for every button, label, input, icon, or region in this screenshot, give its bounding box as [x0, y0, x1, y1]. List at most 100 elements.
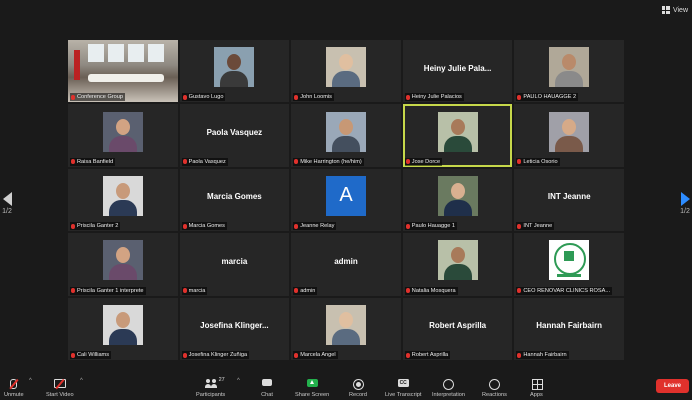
next-page-button[interactable]: 1/2: [678, 192, 692, 215]
start-video-button[interactable]: Start Video: [46, 378, 74, 398]
interpretation-button[interactable]: Interpretation: [432, 379, 465, 398]
apps-icon: [531, 379, 543, 390]
participant-tile[interactable]: Gustavo Lugo: [179, 40, 290, 103]
participant-name: admin: [300, 287, 316, 294]
participant-name: Heiny Julie Palacios: [411, 94, 462, 101]
participant-name-label: Conference Group: [70, 93, 126, 102]
unmute-button[interactable]: Unmute: [4, 378, 24, 398]
participants-button[interactable]: 27 Participants: [196, 377, 225, 398]
participant-name: marcia: [188, 287, 206, 294]
participant-tile[interactable]: CEO RENOVAR CLINICS ROSA...: [514, 233, 624, 296]
share-screen-button[interactable]: Share Screen: [295, 379, 329, 398]
muted-mic-icon: [71, 352, 75, 358]
participant-name: Leticia Osorio: [523, 158, 558, 165]
participant-tile[interactable]: Robert Asprilla Robert Asprilla: [402, 297, 513, 360]
participant-display-name: marcia: [221, 256, 248, 266]
muted-mic-icon: [182, 94, 187, 100]
participant-tile[interactable]: marcia marcia: [179, 233, 290, 296]
participant-tile[interactable]: Josefina Klinger... Josefina Klinger Zuñi…: [179, 297, 290, 360]
muted-mic-icon: [182, 288, 187, 294]
audio-options-caret[interactable]: ^: [29, 378, 32, 384]
participant-video: [102, 304, 143, 345]
gallery-grid: Conference Group Gustavo Lugo John Loomis H…: [68, 40, 624, 360]
participant-video: [325, 304, 366, 345]
participant-video: [325, 47, 366, 88]
muted-mic-icon: [405, 223, 410, 229]
chat-button[interactable]: Chat: [261, 378, 273, 398]
record-button[interactable]: Record: [349, 379, 367, 398]
participant-name-label: Paola Vasquez: [181, 157, 228, 166]
participant-tile[interactable]: Leticia Osorio: [514, 104, 624, 167]
participant-name-label: Jeanne Relay: [293, 222, 337, 231]
participant-name: Jeanne Relay: [300, 223, 335, 230]
participant-display-name: Josefina Klinger...: [200, 321, 269, 331]
participant-name-label: INT Jeanne: [516, 222, 555, 231]
participant-tile[interactable]: Cali Williams: [68, 297, 178, 360]
participant-tile[interactable]: John Loomis: [291, 40, 401, 103]
participant-video: [549, 47, 590, 88]
participant-video: [102, 111, 143, 152]
participant-tile[interactable]: Mike Harrington (he/him): [291, 104, 401, 167]
chevron-left-icon: [2, 192, 12, 206]
participant-tile[interactable]: Hannah Fairbairn Hannah Fairbairn: [514, 297, 624, 360]
participant-name-label: Robert Asprilla: [404, 351, 451, 359]
participant-tile[interactable]: Marcia Gomes Marcia Gomes: [179, 168, 290, 232]
page-indicator-left: 1/2: [2, 208, 12, 215]
participant-name-label: Marcia Gomes: [181, 222, 227, 231]
unmute-label: Unmute: [4, 392, 24, 398]
participant-video: [437, 240, 478, 281]
participant-name: Marcela Angel: [300, 352, 336, 358]
muted-mic-icon: [517, 159, 522, 165]
participant-tile[interactable]: Conference Group: [68, 40, 178, 103]
participant-tile[interactable]: Marcela Angel: [291, 297, 401, 360]
participant-name: INT Jeanne: [523, 223, 553, 230]
reactions-button[interactable]: Reactions: [482, 379, 507, 398]
participant-tile[interactable]: A Jeanne Relay: [291, 168, 401, 232]
participant-name: Hannah Fairbairn: [523, 352, 567, 358]
apps-button[interactable]: Apps: [530, 379, 543, 398]
letter-avatar: A: [325, 175, 366, 216]
muted-mic-icon: [517, 288, 522, 294]
participant-tile[interactable]: Paola Vasquez Paola Vasquez: [179, 104, 290, 167]
muted-mic-icon: [405, 352, 410, 358]
live-transcript-label: Live Transcript: [385, 392, 422, 398]
participants-options-caret[interactable]: ^: [237, 378, 240, 384]
muted-mic-icon: [405, 159, 410, 165]
participant-tile[interactable]: Priscila Ganter 2: [68, 168, 178, 232]
participant-tile[interactable]: INT Jeanne INT Jeanne: [514, 168, 624, 232]
leave-button[interactable]: Leave: [655, 379, 689, 393]
view-label: View: [672, 6, 688, 14]
participant-tile[interactable]: Paulo Hauagge 1: [402, 168, 513, 232]
participants-count: 27: [218, 377, 225, 383]
participant-name-label: Priscila Ganter 1 interprete: [70, 286, 146, 295]
participant-tile[interactable]: Heiny Julie Pala... Heiny Julie Palacios: [402, 40, 513, 103]
muted-mic-icon: [294, 159, 299, 165]
chat-label: Chat: [261, 392, 273, 398]
participant-tile[interactable]: Jose Dorce: [402, 104, 513, 167]
reactions-label: Reactions: [482, 392, 507, 398]
participant-tile[interactable]: admin admin: [291, 233, 401, 296]
muted-mic-icon: [517, 94, 522, 100]
live-transcript-button[interactable]: CC Live Transcript: [385, 379, 421, 398]
participant-name-label: PAULO HAUAGGE 2: [516, 93, 579, 102]
video-options-caret[interactable]: ^: [80, 378, 83, 384]
muted-mic-icon: [517, 223, 522, 229]
view-button[interactable]: View: [661, 6, 688, 14]
participant-tile[interactable]: Raisa Banfield: [68, 104, 178, 167]
participant-display-name: Paola Vasquez: [206, 128, 263, 138]
participant-name: Priscila Ganter 2: [77, 223, 119, 230]
globe-icon: [442, 379, 454, 390]
participant-tile[interactable]: Natalia Mosquera: [402, 233, 513, 296]
participant-name: Marcia Gomes: [188, 223, 225, 230]
participant-name-label: Priscila Ganter 2: [70, 222, 121, 231]
participant-tile[interactable]: PAULO HAUAGGE 2: [514, 40, 624, 103]
participant-name: CEO RENOVAR CLINICS ROSA...: [523, 287, 611, 294]
participant-name-label: Jose Dorce: [404, 157, 443, 166]
previous-page-button[interactable]: 1/2: [0, 192, 14, 215]
participant-name-label: Gustavo Lugo: [181, 93, 226, 102]
participant-display-name: Marcia Gomes: [207, 192, 262, 202]
participant-tile[interactable]: Priscila Ganter 1 interprete: [68, 233, 178, 296]
participant-video: [102, 240, 143, 281]
muted-mic-icon: [294, 288, 299, 294]
record-icon: [352, 379, 364, 390]
